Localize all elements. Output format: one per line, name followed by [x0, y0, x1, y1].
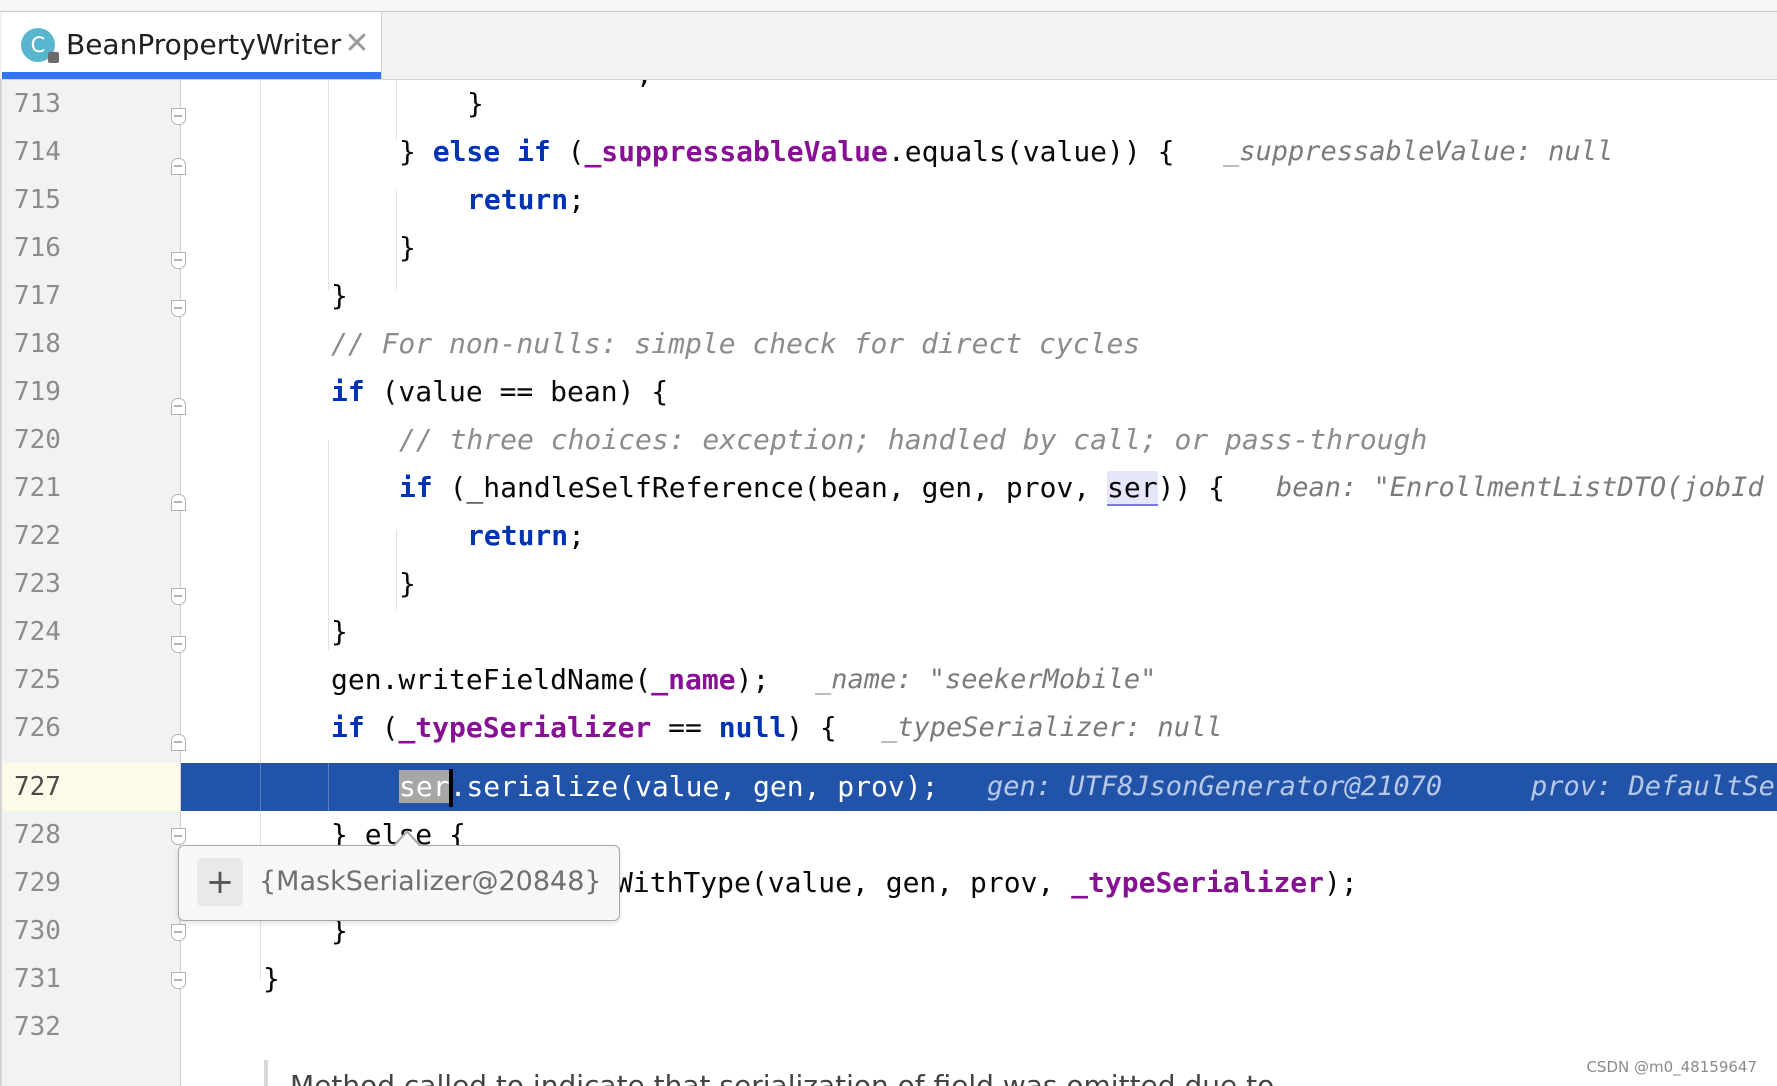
code-line-712: ; — [636, 80, 653, 98]
inline-debug-value: bean: "EnrollmentListDTO(jobId — [1276, 472, 1764, 503]
debug-value-tooltip[interactable]: + {MaskSerializer@20848} — [178, 830, 620, 921]
indent-guide — [328, 80, 329, 290]
inline-debug-value: _name: "seekerMobile" — [815, 664, 1157, 695]
line-number[interactable]: 722 — [14, 512, 61, 560]
line-number[interactable]: 725 — [14, 656, 61, 704]
line-number-current[interactable]: 727 — [14, 763, 61, 811]
line-number[interactable]: 723 — [14, 560, 61, 608]
indent-guide — [260, 763, 261, 811]
code-line-727: ser.serialize(value, gen, prov); — [399, 763, 938, 811]
tooltip-value: {MaskSerializer@20848} — [259, 866, 602, 897]
expand-plus-icon[interactable]: + — [197, 858, 243, 906]
inline-debug-value: _suppressableValue: null — [1223, 136, 1614, 167]
code-line-716: } — [399, 231, 416, 264]
editor-tab-bar: C BeanPropertyWriter ✕ — [0, 0, 1777, 80]
indent-guide — [328, 763, 329, 811]
ser-usage-highlight[interactable]: ser — [1107, 471, 1158, 506]
ser-selection[interactable]: ser — [399, 770, 450, 803]
class-icon-letter: C — [30, 33, 46, 57]
code-line-729: WithType(value, gen, prov, _typeSerializ… — [616, 866, 1358, 899]
editor-tab-beanpropertywriter[interactable]: C BeanPropertyWriter ✕ — [2, 12, 382, 79]
tooltip-pointer-fill — [394, 833, 420, 847]
indent-guide — [328, 440, 329, 650]
doc-comment-text: Method called to indicate that serializa… — [290, 1069, 1275, 1086]
line-number[interactable]: 719 — [14, 368, 61, 416]
line-number[interactable]: 728 — [14, 811, 61, 859]
line-number[interactable]: 729 — [14, 859, 61, 907]
code-editor[interactable]: ; } } else if (_suppressableValue.equals… — [181, 80, 1777, 1086]
line-number[interactable]: 713 — [14, 80, 61, 128]
line-number[interactable]: 724 — [14, 608, 61, 656]
line-number[interactable]: 726 — [14, 704, 61, 752]
lock-icon — [48, 52, 59, 63]
code-line-722: return; — [467, 519, 586, 552]
code-line-714: } else if (_suppressableValue.equals(val… — [399, 135, 1175, 168]
line-number[interactable]: 714 — [14, 128, 61, 176]
indent-guide — [396, 530, 397, 610]
tab-close-icon[interactable]: ✕ — [342, 26, 372, 62]
line-number[interactable]: 732 — [14, 1003, 61, 1051]
code-line-717: } — [331, 279, 348, 312]
line-number[interactable]: 715 — [14, 176, 61, 224]
indent-guide — [396, 80, 397, 140]
code-line-718: // For non-nulls: simple check for direc… — [331, 327, 1141, 360]
inline-debug-value: _typeSerializer: null — [881, 712, 1223, 743]
code-line-726: if (_typeSerializer == null) { — [331, 711, 837, 744]
indent-guide — [396, 190, 397, 290]
code-line-725: gen.writeFieldName(_name); — [331, 663, 770, 696]
code-line-723: } — [399, 567, 416, 600]
active-tab-indicator — [2, 72, 381, 79]
inline-debug-value: prov: DefaultSe — [1531, 771, 1775, 802]
line-number[interactable]: 730 — [14, 907, 61, 955]
line-number[interactable]: 718 — [14, 320, 61, 368]
inline-debug-value: gen: UTF8JsonGenerator@21070 — [987, 771, 1443, 802]
code-line-719: if (value == bean) { — [331, 375, 669, 408]
tab-title: BeanPropertyWriter — [66, 28, 342, 61]
line-number[interactable]: 716 — [14, 224, 61, 272]
line-number[interactable]: 720 — [14, 416, 61, 464]
doc-comment-bar — [264, 1060, 268, 1086]
code-line-721: if (_handleSelfReference(bean, gen, prov… — [399, 471, 1226, 506]
code-line-731: } — [263, 962, 280, 995]
line-number[interactable]: 721 — [14, 464, 61, 512]
line-number[interactable]: 717 — [14, 272, 61, 320]
code-line-720: // three choices: exception; handled by … — [399, 423, 1428, 456]
line-number[interactable]: 731 — [14, 955, 61, 1003]
gutter-edge — [0, 80, 2, 1086]
code-line-715: return; — [467, 183, 586, 216]
code-line-713: } — [467, 87, 484, 120]
code-line-724: } — [331, 615, 348, 648]
top-strip — [0, 0, 1777, 12]
watermark: CSDN @m0_48159647 — [1584, 1058, 1759, 1076]
